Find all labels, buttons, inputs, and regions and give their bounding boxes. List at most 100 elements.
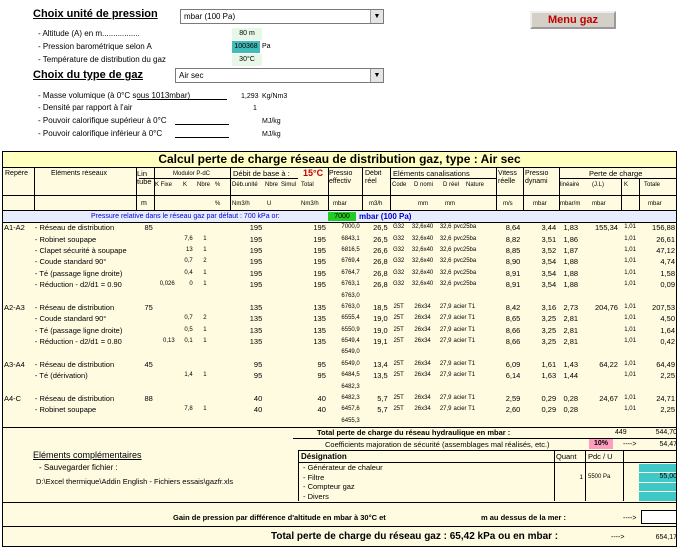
table-cell: 6455,3 [341,417,360,424]
table-cell: 27,9 [439,395,452,402]
pcs-unit: MJ/kg [262,118,281,125]
grand-total-dots: ----> [611,534,625,541]
table-cell [208,268,230,279]
table-cell [3,336,34,347]
table-cell [437,347,453,358]
table-cell [208,290,230,301]
table-cell: 2,25 [660,405,675,415]
table-row: - Coude standard 90° 0,7 2 135 135 6555,4 19,0… [3,313,676,324]
table-cell: 6763,0 [341,292,360,299]
hdr-nbre: Nbre [197,182,211,188]
table-cell [389,290,409,301]
table-cell [281,325,297,336]
table-cell [263,302,281,313]
table-row: A3-A4 - Réseau de distribution 45 95 95 6549,… [3,359,676,370]
calc-panel: Calcul perte de charge réseau de distrib… [2,151,677,547]
table-cell [494,347,521,358]
hdr-code: Code [392,182,407,188]
designation-value[interactable] [639,482,676,491]
table-cell [409,347,437,358]
table-cell: 7000,0 [341,224,360,231]
table-cell: - Té (dérivation) [34,371,88,381]
table-cell: 85 [144,223,153,233]
table-cell: pvc25ba [453,246,477,253]
table-cell [281,268,297,279]
table-cell: 195 [313,245,326,255]
table-cell: 13,5 [373,371,388,381]
densite-value: 1 [253,105,257,112]
table-cell: 8,85 [505,245,521,255]
table-row: - Robinet soupape 7,6 1 195 195 6843,1 26,5 G32… [3,233,676,244]
hdr-deb-unit: Déb.unité [232,182,258,188]
table-cell: 25T [393,315,404,322]
table-cell: 6763,1 [341,281,360,288]
table-cell [521,381,557,392]
table-cell: 155,34 [595,223,618,233]
pipe-table: A1-A2- Réseau de distribution 85 195 195 700… [3,222,676,427]
table-cell: 32,6x40 [411,269,434,276]
temperature-input[interactable]: 30°C [232,54,262,66]
table-cell: 88 [144,394,153,404]
table-cell: 1,86 [563,234,579,244]
file-path[interactable]: D:\Excel thermique\Addin English - Fichi… [36,477,233,487]
hdr-totale: Totale [644,182,661,188]
table-cell [154,381,176,392]
table-cell: G32 [392,235,405,242]
table-cell: 32,6 [439,235,452,242]
table-cell: 27,9 [439,326,452,333]
table-cell: 32,6x40 [411,281,434,288]
chevron-down-icon[interactable]: ▼ [370,69,383,82]
table-cell: 7,8 [184,406,193,413]
table-cell: G32 [392,281,405,288]
designation-value[interactable] [639,463,676,472]
pression-value: 100368 [232,41,260,53]
chevron-down-icon[interactable]: ▼ [370,10,383,23]
table-cell [176,393,194,404]
designation-value[interactable] [639,492,676,501]
table-cell: 0,09 [660,280,675,290]
table-cell: pvc25ba [453,235,477,242]
altitude-input[interactable]: 80 m [232,28,262,40]
table-cell: 6763,0 [341,303,360,310]
table-cell [154,245,176,256]
table-cell: 6816,5 [341,246,360,253]
table-cell: acier T1 [453,360,476,367]
table-cell [136,233,154,244]
hdr-elements-can: Eléments canalisations [393,170,470,178]
table-cell [389,416,409,427]
designation-value[interactable]: 55,00 [639,473,676,482]
table-cell [208,336,230,347]
table-cell: A1-A2 [4,223,25,233]
designation-quant: 1 [579,473,583,481]
table-cell: G32 [392,269,405,276]
hdr-lineaire: linéaire [560,182,580,188]
table-cell [263,336,281,347]
hdr-lintube: Lin tube [137,170,152,186]
table-cell: 1 [203,269,207,276]
table-cell [176,222,194,233]
table-cell [361,416,389,427]
table-cell: 27,9 [439,406,452,413]
unite-select[interactable]: mbar (100 Pa) ▼ [180,9,384,24]
pressure-input[interactable]: 7000 [328,212,356,221]
table-cell: 3,25 [541,325,557,335]
table-cell: 156,88 [652,223,675,233]
table-cell [136,279,154,290]
coef-input[interactable]: 10% [589,439,613,449]
table-cell: 1,01 [624,395,636,402]
table-cell [281,290,297,301]
gaz-select[interactable]: Air sec ▼ [175,68,384,83]
table-cell: 27,9 [439,315,452,322]
table-cell: 40 [253,394,263,404]
hdr-kfixe: K Fixe [155,182,173,188]
grand-total-label: Total perte de charge du réseau gaz : 65… [271,531,559,542]
table-cell [3,370,34,381]
table-cell [281,347,297,358]
table-cell: 1,88 [563,280,579,290]
table-cell: 32,6 [439,258,452,265]
table-cell [154,268,176,279]
table-cell [389,347,409,358]
menu-gaz-button[interactable]: Menu gaz [530,11,616,29]
table-cell: 32,6x40 [411,235,434,242]
table-cell: 0,28 [563,394,579,404]
